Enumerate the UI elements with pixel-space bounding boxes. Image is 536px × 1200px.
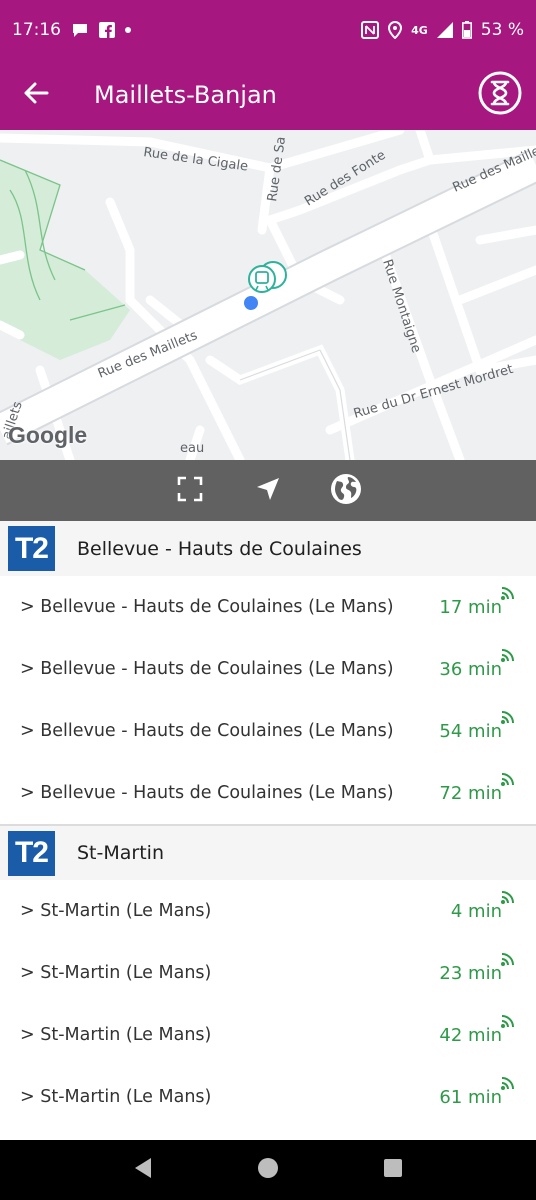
chat-icon [71, 22, 89, 38]
wifi-signal-icon [500, 710, 514, 729]
nav-back-button[interactable] [123, 1150, 163, 1190]
wifi-signal-icon [500, 586, 514, 605]
network-type: 4G [411, 23, 428, 37]
wifi-signal-icon [500, 952, 514, 971]
departure-time: 61 min [439, 1087, 502, 1108]
google-logo: Google [8, 422, 88, 448]
line-badge: T2 [8, 526, 55, 571]
nfc-icon [361, 21, 380, 39]
departure-row[interactable]: > St-Martin (Le Mans) 23 min [0, 942, 536, 1004]
street-label-eau: eau [180, 441, 204, 456]
locate-button[interactable] [248, 471, 288, 511]
departure-time: 23 min [439, 963, 502, 984]
departure-destination: > St-Martin (Le Mans) [20, 1087, 212, 1107]
departure-time: 36 min [439, 659, 502, 680]
departure-row[interactable]: > Bellevue - Hauts de Coulaines (Le Mans… [0, 638, 536, 700]
circle-home-icon [257, 1157, 279, 1183]
system-nav-bar [0, 1140, 536, 1200]
battery-level: 53 % [480, 20, 524, 40]
nav-recents-button[interactable] [373, 1150, 413, 1190]
line-header: T2 Bellevue - Hauts de Coulaines [0, 521, 536, 576]
arrow-left-icon [23, 82, 49, 108]
my-location-dot [242, 294, 260, 312]
departure-destination: > St-Martin (Le Mans) [20, 1025, 212, 1045]
hourglass-icon [477, 70, 523, 120]
departures-list: T2 Bellevue - Hauts de Coulaines > Belle… [0, 521, 536, 1128]
departure-destination: > Bellevue - Hauts de Coulaines (Le Mans… [20, 659, 394, 679]
location-pin-icon [388, 21, 403, 39]
square-recents-icon [383, 1158, 403, 1182]
wifi-signal-icon [500, 890, 514, 909]
battery-icon [461, 21, 472, 39]
map-canvas: Rue de la Cigale Rue des Maillets Rue de… [0, 130, 536, 460]
departure-row[interactable]: > Bellevue - Hauts de Coulaines (Le Mans… [0, 576, 536, 638]
departure-destination: > Bellevue - Hauts de Coulaines (Le Mans… [20, 721, 394, 741]
facebook-icon [99, 22, 115, 38]
line-direction: Bellevue - Hauts de Coulaines [77, 537, 362, 560]
status-bar: 17:16 4G 53 % [0, 0, 536, 60]
departure-time: 54 min [439, 721, 502, 742]
wifi-signal-icon [500, 1076, 514, 1095]
notification-dot-icon [125, 27, 131, 33]
departure-row[interactable]: > Bellevue - Hauts de Coulaines (Le Mans… [0, 762, 536, 824]
globe-icon [330, 473, 362, 509]
departure-time: 42 min [439, 1025, 502, 1046]
globe-button[interactable] [326, 471, 366, 511]
departure-time: 72 min [439, 783, 502, 804]
departure-time: 4 min [450, 901, 502, 922]
triangle-back-icon [133, 1157, 153, 1183]
line-badge: T2 [8, 830, 55, 876]
departure-row[interactable]: > St-Martin (Le Mans) 61 min [0, 1066, 536, 1128]
back-button[interactable] [0, 60, 72, 130]
navigation-arrow-icon [255, 476, 281, 506]
departure-row[interactable]: > St-Martin (Le Mans) 42 min [0, 1004, 536, 1066]
wifi-signal-icon [500, 648, 514, 667]
nav-home-button[interactable] [248, 1150, 288, 1190]
wifi-signal-icon [500, 772, 514, 791]
departure-row[interactable]: > Bellevue - Hauts de Coulaines (Le Mans… [0, 700, 536, 762]
departure-time: 17 min [439, 597, 502, 618]
wifi-signal-icon [500, 1014, 514, 1033]
map-toolbar [0, 460, 536, 521]
line-header: T2 St-Martin [0, 824, 536, 880]
fullscreen-button[interactable] [170, 471, 210, 511]
departure-row[interactable]: > St-Martin (Le Mans) 4 min [0, 880, 536, 942]
departure-destination: > Bellevue - Hauts de Coulaines (Le Mans… [20, 597, 394, 617]
app-bar: Maillets-Banjan [0, 60, 536, 130]
departure-destination: > St-Martin (Le Mans) [20, 901, 212, 921]
fullscreen-icon [177, 476, 203, 506]
departure-destination: > Bellevue - Hauts de Coulaines (Le Mans… [20, 783, 394, 803]
timer-button[interactable] [476, 71, 524, 119]
departure-destination: > St-Martin (Le Mans) [20, 963, 212, 983]
line-direction: St-Martin [77, 842, 164, 864]
map-view[interactable]: Rue de la Cigale Rue des Maillets Rue de… [0, 130, 536, 460]
status-time: 17:16 [12, 20, 61, 40]
signal-icon [436, 22, 453, 38]
page-title: Maillets-Banjan [94, 81, 277, 109]
